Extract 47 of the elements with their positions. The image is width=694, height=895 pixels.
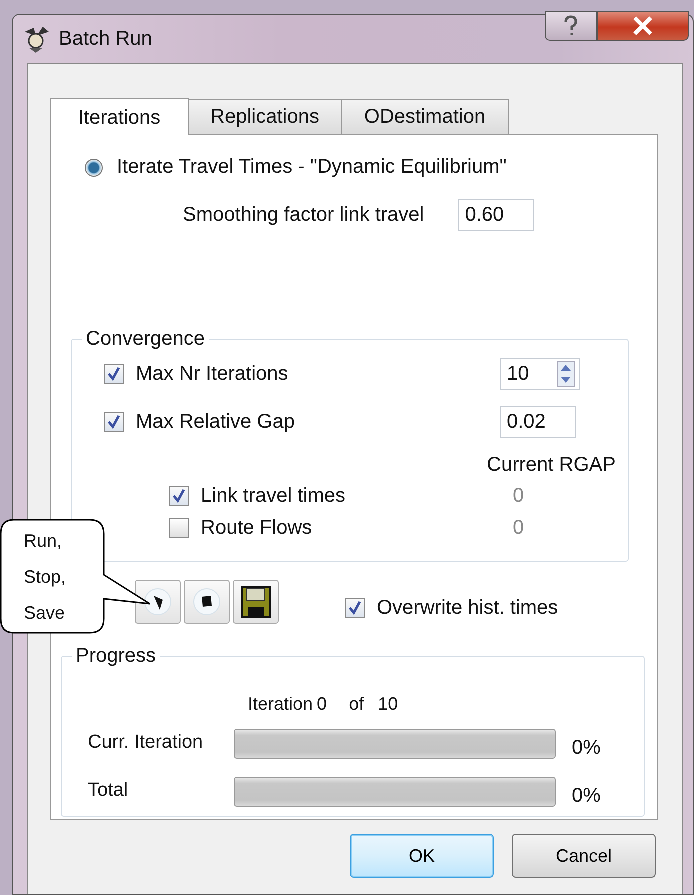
gap-field[interactable]: 0.02 [500,406,576,438]
callout-text: Run, Stop, Save [24,530,68,625]
rgap-value: 0 [513,484,524,508]
ok-button[interactable]: OK [350,834,494,878]
checkbox[interactable] [169,486,189,506]
stop-button[interactable] [184,580,230,624]
iteration-label: Iteration [248,694,314,715]
close-button[interactable] [597,11,689,41]
tab[interactable]: ODestimation [341,99,509,134]
radio-button[interactable] [85,158,103,176]
save-button[interactable] [233,580,279,624]
save-icon [241,586,271,618]
checkbox-label: Max Nr Iterations [136,362,290,386]
of-label: of [349,694,364,715]
checkbox-label: Overwrite hist. times [377,596,558,620]
group-title: Convergence [85,328,206,351]
column-header: Current RGAP [487,454,616,476]
help-button[interactable] [545,11,597,41]
progress-label: Curr. Iteration [88,732,204,754]
help-icon [562,15,580,37]
progress-percent: 0% [572,784,601,808]
run-button[interactable] [135,580,181,624]
close-icon [632,16,654,36]
checkbox[interactable] [104,364,124,384]
window-title: Batch Run [59,28,152,50]
checkbox[interactable] [345,598,365,618]
group-title: Progress [75,645,158,668]
spin-arrows-icon[interactable] [557,361,575,387]
checkbox-label: Link travel times [201,484,346,508]
checkbox[interactable] [169,518,189,538]
tab[interactable]: Iterations [50,98,189,135]
checkbox[interactable] [104,412,124,432]
radio-label: Iterate Travel Times - "Dynamic Equilibrium" [117,156,507,179]
rgap-value: 0 [513,516,524,540]
checkbox-label: Max Relative Gap [136,410,296,434]
iteration-value: 0 [317,694,328,715]
progress-label: Total [88,780,130,802]
smoothing-field[interactable]: 0.60 [458,199,534,231]
tab[interactable]: Replications [188,99,342,134]
field-label: Smoothing factor link travel [183,204,424,226]
checkbox-label: Route Flows [201,516,314,540]
iteration-total: 10 [378,694,398,715]
stop-icon [192,587,222,617]
pointer-icon [143,587,173,617]
progress-percent: 0% [572,736,601,760]
spin-field[interactable]: 10 [500,358,580,390]
cancel-button[interactable]: Cancel [512,834,656,878]
